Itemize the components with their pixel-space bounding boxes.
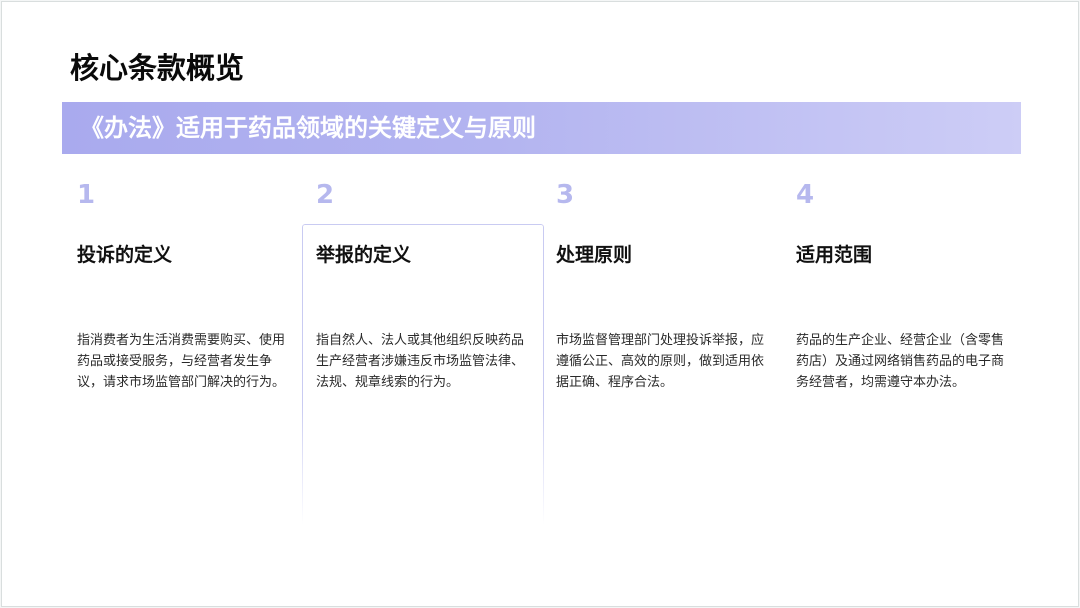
card-description: 指自然人、法人或其他组织反映药品生产经营者涉嫌违反市场监管法律、法规、规章线索的… xyxy=(316,333,525,390)
card-title: 处理原则 xyxy=(556,244,633,266)
page-title: 核心条款概览 xyxy=(70,51,245,85)
card-handling-principle: 3 处理原则 市场监督管理部门处理投诉举报，应遵循公正、高效的原则，做到适用依据… xyxy=(556,177,792,517)
card-number: 4 xyxy=(796,180,815,210)
card-report-definition: 2 举报的定义 指自然人、法人或其他组织反映药品生产经营者涉嫌违反市场监管法律、… xyxy=(316,177,552,517)
card-title: 举报的定义 xyxy=(316,244,412,266)
slide: 核心条款概览 《办法》适用于药品领域的关键定义与原则 1 投诉的定义 指消费者为… xyxy=(1,1,1079,607)
card-scope: 4 适用范围 药品的生产企业、经营企业（含零售药店）及通过网络销售药品的电子商务… xyxy=(796,177,1032,517)
banner-text: 《办法》适用于药品领域的关键定义与原则 xyxy=(80,114,536,142)
card-title: 适用范围 xyxy=(796,244,873,266)
card-title: 投诉的定义 xyxy=(77,244,173,266)
card-complaint-definition: 1 投诉的定义 指消费者为生活消费需要购买、使用药品或接受服务，与经营者发生争议… xyxy=(77,177,313,517)
card-number: 1 xyxy=(77,180,96,210)
subtitle-banner: 《办法》适用于药品领域的关键定义与原则 xyxy=(62,102,1021,154)
card-description: 药品的生产企业、经营企业（含零售药店）及通过网络销售药品的电子商务经营者，均需遵… xyxy=(796,333,1005,390)
card-number: 3 xyxy=(556,180,575,210)
card-description: 指消费者为生活消费需要购买、使用药品或接受服务，与经营者发生争议，请求市场监管部… xyxy=(77,333,286,390)
card-number: 2 xyxy=(316,180,335,210)
card-description: 市场监督管理部门处理投诉举报，应遵循公正、高效的原则，做到适用依据正确、程序合法… xyxy=(556,333,765,390)
